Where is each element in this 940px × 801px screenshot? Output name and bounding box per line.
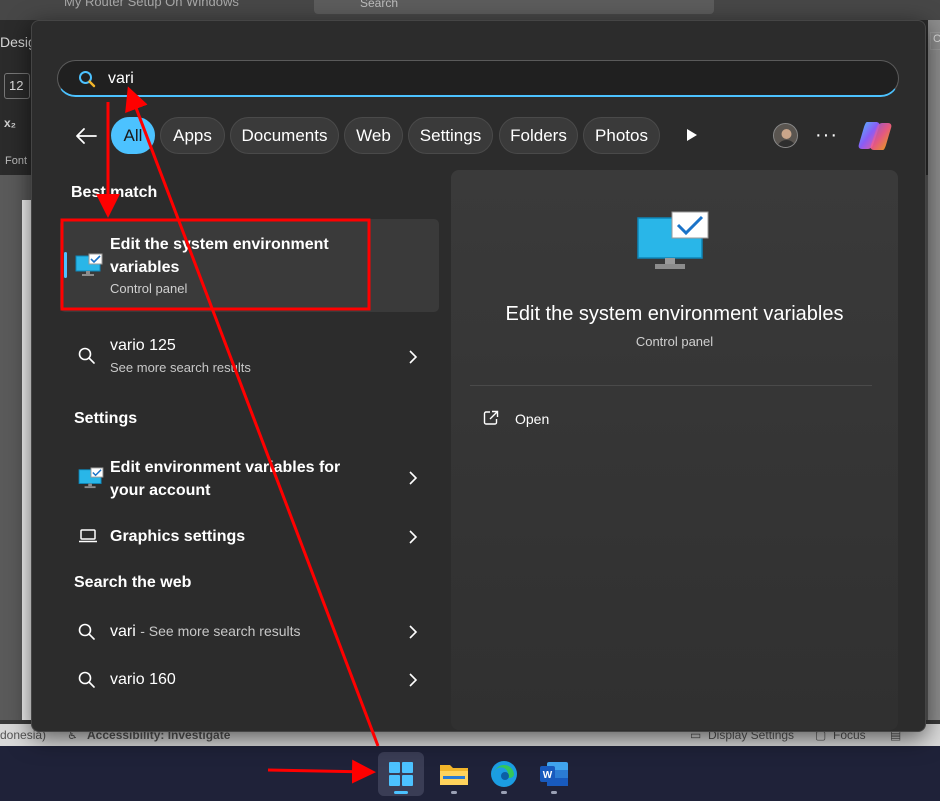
web-result-vario-160[interactable]: vario 160 bbox=[60, 668, 439, 692]
web-query-subtitle: - See more search results bbox=[140, 623, 301, 639]
result-subtitle: See more search results bbox=[110, 360, 251, 375]
windows-logo-icon bbox=[389, 762, 413, 786]
system-properties-icon bbox=[75, 253, 103, 276]
play-icon[interactable] bbox=[683, 125, 701, 145]
start-button[interactable] bbox=[378, 752, 424, 796]
result-title: Graphics settings bbox=[110, 528, 246, 545]
background-search-box[interactable]: Search bbox=[314, 0, 714, 14]
selection-indicator bbox=[64, 252, 67, 278]
more-options-button[interactable]: ··· bbox=[815, 124, 838, 147]
chevron-right-icon bbox=[409, 625, 418, 639]
chevron-right-icon bbox=[409, 471, 418, 485]
web-result-vari[interactable]: vari - See more search results bbox=[60, 620, 439, 644]
chevron-right-icon bbox=[409, 350, 418, 364]
background-window-title: My Router Setup On Windows bbox=[64, 0, 239, 9]
chevron-right-icon bbox=[409, 530, 418, 544]
open-external-icon bbox=[483, 410, 499, 425]
filter-documents[interactable]: Documents bbox=[230, 117, 339, 154]
filter-all[interactable]: All bbox=[111, 117, 155, 154]
filter-photos[interactable]: Photos bbox=[583, 117, 660, 154]
running-indicator bbox=[501, 791, 507, 794]
result-graphics-settings[interactable]: Graphics settings bbox=[60, 525, 439, 549]
best-match-subtitle: Control panel bbox=[110, 281, 188, 296]
filter-web[interactable]: Web bbox=[344, 117, 403, 154]
system-properties-icon bbox=[78, 467, 104, 489]
laptop-icon bbox=[79, 529, 97, 543]
search-bar[interactable] bbox=[57, 60, 899, 97]
result-vario-125[interactable]: vario 125 See more search results bbox=[60, 334, 439, 380]
running-indicator bbox=[451, 791, 457, 794]
word-icon: W bbox=[540, 762, 568, 786]
result-title: Edit environment variables for your acco… bbox=[110, 459, 341, 499]
best-match-title: Edit the system environment variables bbox=[110, 236, 329, 276]
result-title: vario 160 bbox=[110, 671, 176, 688]
avatar[interactable] bbox=[773, 123, 798, 148]
web-query: vari bbox=[110, 623, 136, 640]
edge-icon bbox=[491, 761, 517, 787]
search-icon bbox=[78, 347, 95, 364]
arrow-left-icon bbox=[76, 128, 97, 144]
preview-subtitle: Control panel bbox=[635, 334, 714, 349]
open-button[interactable]: Open bbox=[472, 404, 632, 434]
back-button[interactable] bbox=[72, 122, 100, 150]
background-right-edge bbox=[928, 20, 940, 720]
search-icon bbox=[78, 623, 95, 640]
running-indicator bbox=[551, 791, 557, 794]
copilot-icon[interactable] bbox=[857, 118, 893, 154]
preview-title: Edit the system environment variables bbox=[505, 303, 844, 325]
search-web-heading: Search the web bbox=[74, 574, 192, 591]
result-env-account[interactable]: Edit environment variables for your acco… bbox=[60, 456, 439, 504]
filter-apps[interactable]: Apps bbox=[160, 117, 225, 154]
search-input[interactable] bbox=[108, 67, 868, 91]
background-subscript-button[interactable]: x₂ bbox=[4, 116, 16, 130]
background-search-placeholder: Search bbox=[360, 0, 399, 10]
word-button[interactable]: W bbox=[531, 752, 577, 796]
preview-divider bbox=[470, 385, 872, 386]
open-label: Open bbox=[515, 411, 550, 427]
settings-heading: Settings bbox=[74, 410, 138, 427]
search-icon bbox=[78, 671, 95, 688]
best-match-heading: Best match bbox=[71, 184, 158, 201]
filter-settings[interactable]: Settings bbox=[408, 117, 493, 154]
system-properties-icon bbox=[637, 211, 709, 269]
search-icon bbox=[79, 71, 96, 88]
chevron-right-icon bbox=[409, 673, 418, 687]
result-title: vario 125 bbox=[110, 337, 176, 354]
result-title: vari - See more search results bbox=[110, 620, 301, 643]
filter-folders[interactable]: Folders bbox=[499, 117, 578, 154]
edge-button[interactable] bbox=[481, 752, 527, 796]
background-right-label: C bbox=[930, 32, 940, 50]
file-explorer-button[interactable] bbox=[431, 752, 477, 796]
background-font-size-box[interactable]: 12 bbox=[4, 73, 30, 99]
background-font-group-label: Font bbox=[5, 155, 28, 167]
folder-icon bbox=[440, 765, 468, 785]
best-match-result[interactable]: Edit the system environment variables Co… bbox=[60, 219, 439, 312]
active-indicator bbox=[394, 791, 408, 794]
svg-text:W: W bbox=[543, 770, 553, 781]
